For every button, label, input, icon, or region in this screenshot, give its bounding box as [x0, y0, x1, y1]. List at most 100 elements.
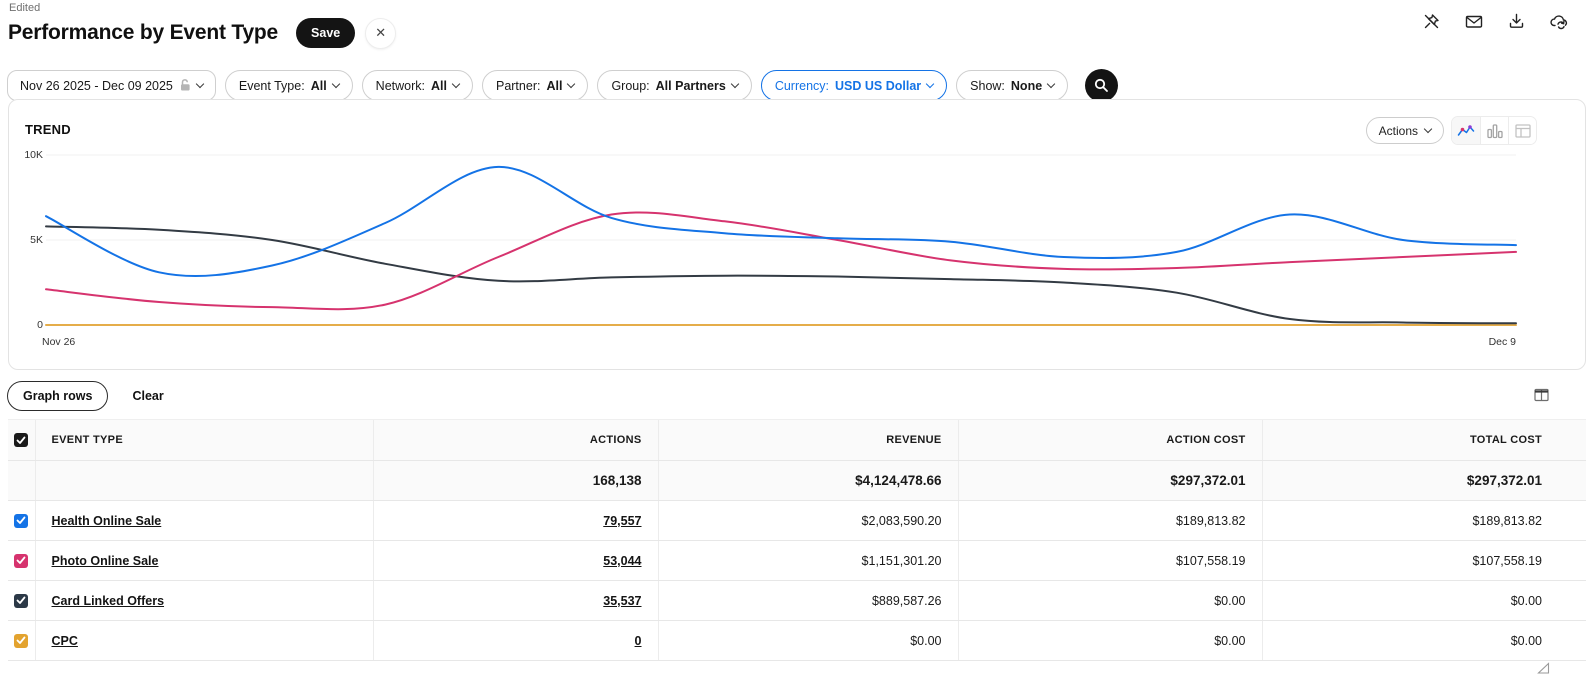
filter-bar: Nov 26 2025 - Dec 09 2025 Event Type: All…	[7, 69, 1594, 102]
cloud-sync-button[interactable]	[1549, 12, 1570, 31]
chevron-down-icon	[926, 79, 934, 87]
column-header-event-type[interactable]: EVENT TYPE	[35, 420, 373, 461]
unpin-button[interactable]	[1422, 12, 1441, 31]
filter-value: All	[311, 79, 327, 93]
search-icon	[1093, 77, 1110, 94]
y-tick-10k: 10K	[15, 149, 43, 161]
totals-total-cost: $297,372.01	[1262, 461, 1586, 501]
column-header-total-cost[interactable]: TOTAL COST	[1262, 420, 1586, 461]
filter-value: All Partners	[656, 79, 726, 93]
filter-partner[interactable]: Partner: All	[482, 70, 588, 101]
totals-action-cost: $297,372.01	[958, 461, 1262, 501]
total-cost-cell: $0.00	[1262, 581, 1586, 621]
totals-actions: 168,138	[373, 461, 658, 501]
chevron-down-icon	[1047, 79, 1055, 87]
table-row: Card Linked Offers 35,537 $889,587.26 $0…	[8, 581, 1586, 621]
filter-label: Currency:	[775, 79, 829, 93]
actions-link[interactable]: 53,044	[603, 554, 641, 568]
y-tick-0: 0	[15, 319, 43, 331]
x-tick-end: Dec 9	[1483, 336, 1516, 348]
column-header-action-cost[interactable]: ACTION COST	[958, 420, 1262, 461]
filter-network[interactable]: Network: All	[362, 70, 473, 101]
close-button[interactable]: ✕	[365, 18, 396, 49]
event-type-link[interactable]: Health Online Sale	[52, 514, 162, 528]
total-cost-cell: $0.00	[1262, 621, 1586, 661]
trend-card: TREND Actions	[8, 99, 1586, 370]
resize-grip-icon	[1537, 662, 1550, 674]
email-button[interactable]	[1464, 12, 1484, 31]
filter-value: All	[431, 79, 447, 93]
table-row: Photo Online Sale 53,044 $1,151,301.20 $…	[8, 541, 1586, 581]
columns-button[interactable]	[1534, 388, 1549, 405]
actions-link[interactable]: 0	[635, 634, 642, 648]
table-header-row: EVENT TYPE ACTIONS REVENUE ACTION COST T…	[8, 420, 1586, 461]
actions-link[interactable]: 35,537	[603, 594, 641, 608]
table-row: Health Online Sale 79,557 $2,083,590.20 …	[8, 501, 1586, 541]
download-button[interactable]	[1507, 12, 1526, 31]
event-type-link[interactable]: CPC	[52, 634, 78, 648]
resize-handle[interactable]	[1537, 662, 1550, 674]
page-title: Performance by Event Type	[8, 21, 278, 45]
cloud-sync-icon	[1549, 12, 1570, 31]
date-range-label: Nov 26 2025 - Dec 09 2025	[20, 79, 173, 93]
revenue-cell: $889,587.26	[658, 581, 958, 621]
select-all-cell	[8, 420, 35, 461]
filter-label: Group:	[611, 79, 649, 93]
totals-revenue: $4,124,478.66	[658, 461, 958, 501]
table-row: CPC 0 $0.00 $0.00 $0.00	[8, 621, 1586, 661]
row-checkbox[interactable]	[14, 514, 28, 528]
trend-line-health-online-sale	[46, 167, 1516, 276]
chevron-down-icon	[731, 79, 739, 87]
header-toolbar	[1422, 12, 1570, 31]
filter-group[interactable]: Group: All Partners	[597, 70, 751, 101]
filter-label: Partner:	[496, 79, 540, 93]
trend-line-photo-online-sale	[46, 212, 1516, 309]
check-icon	[16, 556, 26, 565]
chevron-down-icon	[196, 79, 204, 87]
event-type-link[interactable]: Card Linked Offers	[52, 594, 165, 608]
filter-value: USD US Dollar	[835, 79, 921, 93]
columns-icon	[1534, 388, 1549, 402]
total-cost-cell: $189,813.82	[1262, 501, 1586, 541]
column-header-revenue[interactable]: REVENUE	[658, 420, 958, 461]
filter-label: Network:	[376, 79, 425, 93]
revenue-cell: $0.00	[658, 621, 958, 661]
date-range-filter[interactable]: Nov 26 2025 - Dec 09 2025	[7, 70, 216, 101]
save-button[interactable]: Save	[296, 18, 355, 48]
download-icon	[1507, 12, 1526, 31]
filter-show[interactable]: Show:None	[956, 70, 1068, 101]
trend-line-card-linked-offers	[46, 226, 1516, 323]
filter-value: All	[546, 79, 562, 93]
unpin-icon	[1422, 12, 1441, 31]
action-cost-cell: $0.00	[958, 621, 1262, 661]
edited-label: Edited	[9, 2, 1594, 14]
x-tick-start: Nov 26	[42, 336, 75, 348]
filter-label: Show:	[970, 79, 1005, 93]
actions-link[interactable]: 79,557	[603, 514, 641, 528]
column-header-actions[interactable]: ACTIONS	[373, 420, 658, 461]
row-checkbox[interactable]	[14, 594, 28, 608]
row-checkbox[interactable]	[14, 634, 28, 648]
filter-event-type[interactable]: Event Type: All	[225, 70, 353, 101]
row-checkbox[interactable]	[14, 554, 28, 568]
search-button[interactable]	[1085, 69, 1118, 102]
chevron-down-icon	[331, 79, 339, 87]
select-all-checkbox[interactable]	[14, 433, 28, 447]
action-cost-cell: $189,813.82	[958, 501, 1262, 541]
y-tick-5k: 5K	[15, 234, 43, 246]
revenue-cell: $2,083,590.20	[658, 501, 958, 541]
event-type-table: EVENT TYPE ACTIONS REVENUE ACTION COST T…	[8, 419, 1586, 661]
chevron-down-icon	[567, 79, 575, 87]
close-icon: ✕	[375, 25, 386, 41]
filter-label: Event Type:	[239, 79, 305, 93]
email-icon	[1464, 12, 1484, 31]
check-icon	[16, 436, 26, 445]
revenue-cell: $1,151,301.20	[658, 541, 958, 581]
check-icon	[16, 636, 26, 645]
event-type-link[interactable]: Photo Online Sale	[52, 554, 159, 568]
totals-row: 168,138 $4,124,478.66 $297,372.01 $297,3…	[8, 461, 1586, 501]
filter-currency[interactable]: Currency: USD US Dollar	[761, 70, 947, 101]
graph-rows-button[interactable]: Graph rows	[7, 381, 108, 411]
trend-chart	[9, 100, 1587, 371]
clear-button[interactable]: Clear	[132, 389, 163, 403]
